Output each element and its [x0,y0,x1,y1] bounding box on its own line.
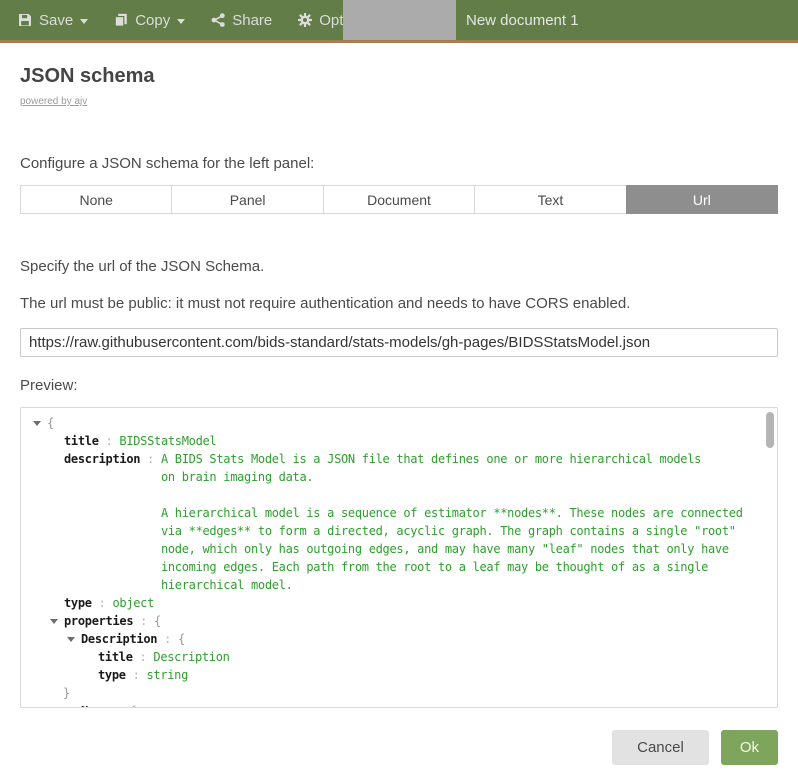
colon-separator: : [126,666,147,684]
menubar: SaveCopyShareOptions New document 1 [0,0,798,43]
url-instruction: Specify the url of the JSON Schema. [20,258,778,275]
document-title[interactable]: New document 1 [456,12,579,32]
save-icon [18,13,32,27]
tree-row: description : A BIDS Stats Model is a JS… [21,450,777,594]
powered-by-ajv-link[interactable]: powered by ajv [20,96,87,107]
tree-row: Name : { [21,702,777,708]
collapse-triangle-icon[interactable] [29,414,47,432]
tab-text[interactable]: Text [474,185,626,214]
tree-key: type [98,666,126,684]
schema-preview: {title : BIDSStatsModeldescription : A B… [20,407,778,708]
indent-spacer [46,450,64,594]
tree-key: properties [64,612,133,630]
share-icon [211,13,225,27]
preview-label: Preview: [20,377,778,394]
tree-key: title [64,432,99,450]
menu-copy[interactable]: Copy [114,12,185,29]
menu-group: SaveCopyShareOptions [0,0,343,43]
collapse-triangle-icon[interactable] [63,630,81,648]
document-tab[interactable] [343,0,456,40]
tree-key: type [64,594,92,612]
colon-separator: : [109,702,130,708]
tree-row: { [21,414,777,432]
caret-down-icon [177,19,185,24]
tree-row: } [21,684,777,702]
tree-row: type : object [21,594,777,612]
open-brace: { [47,414,54,432]
indent-spacer [80,648,98,666]
collapse-triangle-icon[interactable] [46,612,64,630]
menu-label: Share [232,12,272,29]
configure-label: Configure a JSON schema for the left pan… [20,155,778,172]
tab-document[interactable]: Document [323,185,475,214]
colon-separator: : [99,432,120,450]
menu-share[interactable]: Share [211,12,272,29]
tree-value: A BIDS Stats Model is a JSON file that d… [161,450,743,594]
tree-value: Description [153,648,229,666]
tree-key: description [64,450,140,594]
indent-spacer [46,432,64,450]
cancel-button[interactable]: Cancel [612,730,709,765]
tree-row: title : Description [21,648,777,666]
schema-source-tabs: NonePanelDocumentTextUrl [20,185,778,214]
tab-none[interactable]: None [20,185,172,214]
json-schema-dialog: JSON schema powered by ajv Configure a J… [0,65,798,708]
tree-value: object [112,594,154,612]
colon-separator: : [140,450,161,594]
menu-save[interactable]: Save [18,12,88,29]
colon-separator: : [133,648,154,666]
tree-row: type : string [21,666,777,684]
caret-down-icon [80,19,88,24]
menu-label: Copy [135,12,170,29]
tree-value: BIDSStatsModel [119,432,216,450]
indent-spacer [46,594,64,612]
dialog-title: JSON schema [20,65,778,88]
indent-spacer [80,666,98,684]
menu-label: Save [39,12,73,29]
tree-value: string [146,666,188,684]
close-brace: } [63,684,70,702]
dialog-actions: Cancel Ok [0,708,798,765]
gear-icon [298,13,312,27]
open-brace: { [129,702,136,708]
tree-key: Description [81,630,157,648]
colon-separator: : [157,630,178,648]
schema-url-input[interactable] [20,328,778,357]
tree-row: properties : { [21,612,777,630]
colon-separator: : [92,594,113,612]
tree-row: title : BIDSStatsModel [21,432,777,450]
copy-icon [114,13,128,27]
scrollbar-thumb[interactable] [766,412,774,448]
tree-key: title [98,648,133,666]
ok-button[interactable]: Ok [721,730,778,765]
tree-key: Name [81,702,109,708]
colon-separator: : [133,612,154,630]
open-brace: { [178,630,185,648]
collapse-triangle-icon[interactable] [63,702,81,708]
tab-panel[interactable]: Panel [171,185,323,214]
url-public-note: The url must be public: it must not requ… [20,295,778,312]
tree-rows: {title : BIDSStatsModeldescription : A B… [21,414,777,708]
tab-url[interactable]: Url [626,185,778,214]
open-brace: { [154,612,161,630]
tree-row: Description : { [21,630,777,648]
